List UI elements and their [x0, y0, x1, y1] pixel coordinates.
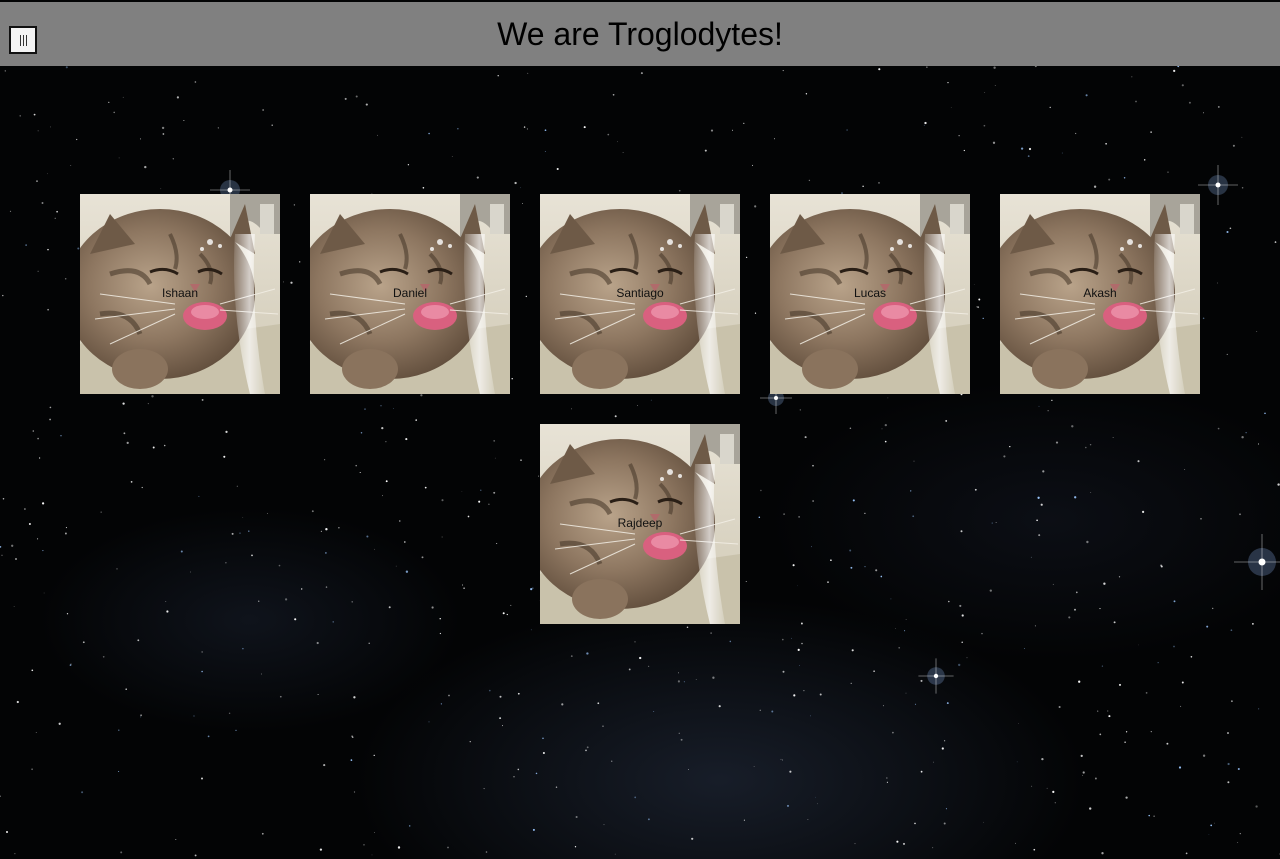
member-name: Akash	[1083, 286, 1117, 300]
member-name: Ishaan	[161, 286, 199, 300]
member-card[interactable]: Daniel	[310, 194, 510, 394]
member-card[interactable]: Ishaan	[80, 194, 280, 394]
member-name: Santiago	[616, 286, 664, 300]
member-name: Daniel	[392, 286, 428, 300]
member-card[interactable]: Lucas	[770, 194, 970, 394]
member-name: Lucas	[853, 286, 887, 300]
member-card[interactable]: Rajdeep	[540, 424, 740, 624]
member-card[interactable]: Akash	[1000, 194, 1200, 394]
header-bar: We are Troglodytes!	[0, 2, 1280, 66]
member-name: Rajdeep	[617, 516, 663, 530]
member-card[interactable]: Santiago	[540, 194, 740, 394]
menu-toggle-button[interactable]	[9, 26, 37, 54]
page-title: We are Troglodytes!	[497, 16, 783, 52]
hamburger-menu-icon	[19, 34, 27, 46]
